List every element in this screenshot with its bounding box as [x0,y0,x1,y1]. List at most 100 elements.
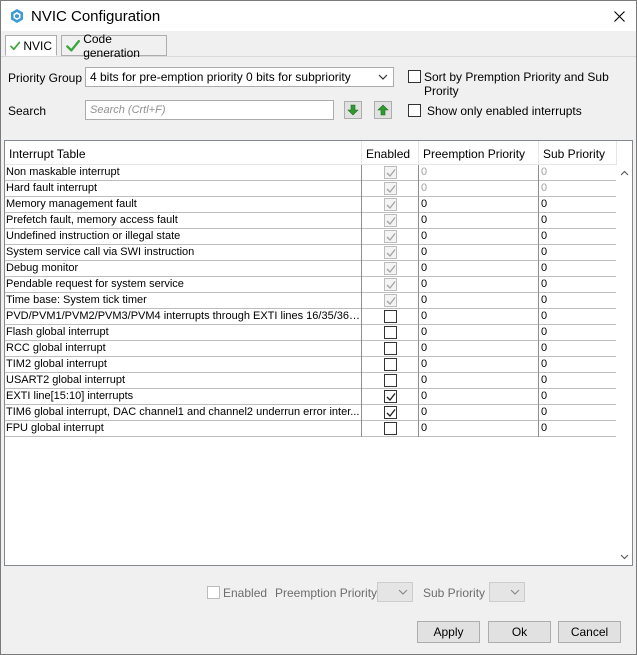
enabled-checkbox[interactable] [384,166,397,179]
checkmark-icon [386,233,396,242]
column-header-sub-priority[interactable]: Sub Priority [539,141,617,165]
table-row[interactable]: EXTI line[15:10] interrupts 0 0 [5,389,617,405]
enabled-checkbox[interactable] [384,230,397,243]
table-row[interactable]: Flash global interrupt 0 0 [5,325,617,341]
sub-priority-cell[interactable]: 0 [539,373,617,389]
search-previous-button[interactable] [374,101,392,119]
table-row[interactable]: USART2 global interrupt 0 0 [5,373,617,389]
preemption-cell[interactable]: 0 [419,389,539,405]
cancel-button[interactable]: Cancel [558,621,621,643]
table-row[interactable]: FPU global interrupt 0 0 [5,421,617,437]
preemption-cell[interactable]: 0 [419,181,539,197]
sub-priority-cell[interactable]: 0 [539,405,617,421]
interrupt-name: System service call via SWI instruction [5,245,362,261]
tab-code-generation[interactable]: Code generation [61,32,167,60]
enabled-checkbox[interactable] [384,406,397,419]
preemption-cell[interactable]: 0 [419,197,539,213]
sub-priority-cell[interactable]: 0 [539,341,617,357]
enabled-checkbox[interactable] [384,310,397,323]
preemption-cell[interactable]: 0 [419,325,539,341]
table-row[interactable]: TIM2 global interrupt 0 0 [5,357,617,373]
preemption-cell[interactable]: 0 [419,277,539,293]
sub-priority-cell[interactable]: 0 [539,229,617,245]
show-only-enabled-checkbox[interactable] [408,104,421,117]
sub-priority-cell[interactable]: 0 [539,277,617,293]
enabled-checkbox[interactable] [384,182,397,195]
green-check-icon [66,39,81,52]
sub-priority-cell[interactable]: 0 [539,197,617,213]
sub-priority-cell[interactable]: 0 [539,181,617,197]
preemption-cell[interactable]: 0 [419,373,539,389]
preemption-cell[interactable]: 0 [419,245,539,261]
enabled-cell [362,421,419,437]
sub-priority-cell[interactable]: 0 [539,245,617,261]
vertical-scrollbar[interactable] [616,165,632,565]
sub-priority-cell[interactable]: 0 [539,421,617,437]
enabled-checkbox[interactable] [384,358,397,371]
sub-priority-cell[interactable]: 0 [539,325,617,341]
table-row[interactable]: Undefined instruction or illegal state 0 0 [5,229,617,245]
column-header-interrupt[interactable]: Interrupt Table [5,141,362,165]
preemption-cell[interactable]: 0 [419,213,539,229]
tab-nvic[interactable]: NVIC [5,35,57,56]
table-row[interactable]: RCC global interrupt 0 0 [5,341,617,357]
enabled-checkbox[interactable] [384,294,397,307]
enabled-checkbox[interactable] [384,246,397,259]
enabled-checkbox[interactable] [384,214,397,227]
enabled-checkbox[interactable] [384,278,397,291]
sub-priority-cell[interactable]: 0 [539,389,617,405]
preemption-cell[interactable]: 0 [419,405,539,421]
preemption-cell[interactable]: 0 [419,293,539,309]
priority-group-select[interactable]: 4 bits for pre-emption priority 0 bits f… [85,67,394,87]
table-row[interactable]: Memory management fault 0 0 [5,197,617,213]
enabled-checkbox[interactable] [384,390,397,403]
column-header-enabled[interactable]: Enabled [362,141,419,165]
column-header-preemption[interactable]: Preemption Priority [419,141,539,165]
editor-enabled-label: Enabled [223,586,268,600]
table-row[interactable]: PVD/PVM1/PVM2/PVM3/PVM4 interrupts throu… [5,309,617,325]
search-input[interactable] [85,100,334,120]
enabled-checkbox[interactable] [384,262,397,275]
close-button[interactable] [608,5,630,27]
scroll-up-button[interactable] [616,165,632,181]
scroll-down-button[interactable] [616,549,632,565]
table-row[interactable]: TIM6 global interrupt, DAC channel1 and … [5,405,617,421]
editor-sub-priority-select[interactable] [489,582,525,602]
apply-button[interactable]: Apply [417,621,480,643]
interrupt-name: Flash global interrupt [5,325,362,341]
sub-priority-cell[interactable]: 0 [539,309,617,325]
enabled-checkbox[interactable] [384,198,397,211]
table-row[interactable]: Non maskable interrupt 0 0 [5,165,617,181]
enabled-checkbox[interactable] [384,326,397,339]
preemption-cell[interactable]: 0 [419,421,539,437]
interrupt-name: USART2 global interrupt [5,373,362,389]
editor-preemption-select[interactable] [377,582,413,602]
preemption-cell[interactable]: 0 [419,309,539,325]
sub-priority-cell[interactable]: 0 [539,213,617,229]
preemption-cell[interactable]: 0 [419,229,539,245]
ok-button[interactable]: Ok [488,621,551,643]
enabled-checkbox[interactable] [384,422,397,435]
table-row[interactable]: Pendable request for system service 0 0 [5,277,617,293]
table-row[interactable]: Prefetch fault, memory access fault 0 0 [5,213,617,229]
enabled-cell [362,165,419,181]
preemption-cell[interactable]: 0 [419,341,539,357]
table-row[interactable]: System service call via SWI instruction 0… [5,245,617,261]
sub-priority-cell[interactable]: 0 [539,293,617,309]
sort-by-priority-checkbox[interactable] [408,70,421,83]
table-row[interactable]: Hard fault interrupt 0 0 [5,181,617,197]
close-icon [613,10,625,22]
enabled-checkbox[interactable] [384,342,397,355]
editor-enabled-checkbox[interactable] [207,586,220,599]
search-next-button[interactable] [344,101,362,119]
preemption-cell[interactable]: 0 [419,357,539,373]
table-row[interactable]: Time base: System tick timer 0 0 [5,293,617,309]
preemption-cell[interactable]: 0 [419,261,539,277]
enabled-checkbox[interactable] [384,374,397,387]
enabled-cell [362,261,419,277]
sub-priority-cell[interactable]: 0 [539,165,617,181]
sub-priority-cell[interactable]: 0 [539,261,617,277]
preemption-cell[interactable]: 0 [419,165,539,181]
table-row[interactable]: Debug monitor 0 0 [5,261,617,277]
sub-priority-cell[interactable]: 0 [539,357,617,373]
